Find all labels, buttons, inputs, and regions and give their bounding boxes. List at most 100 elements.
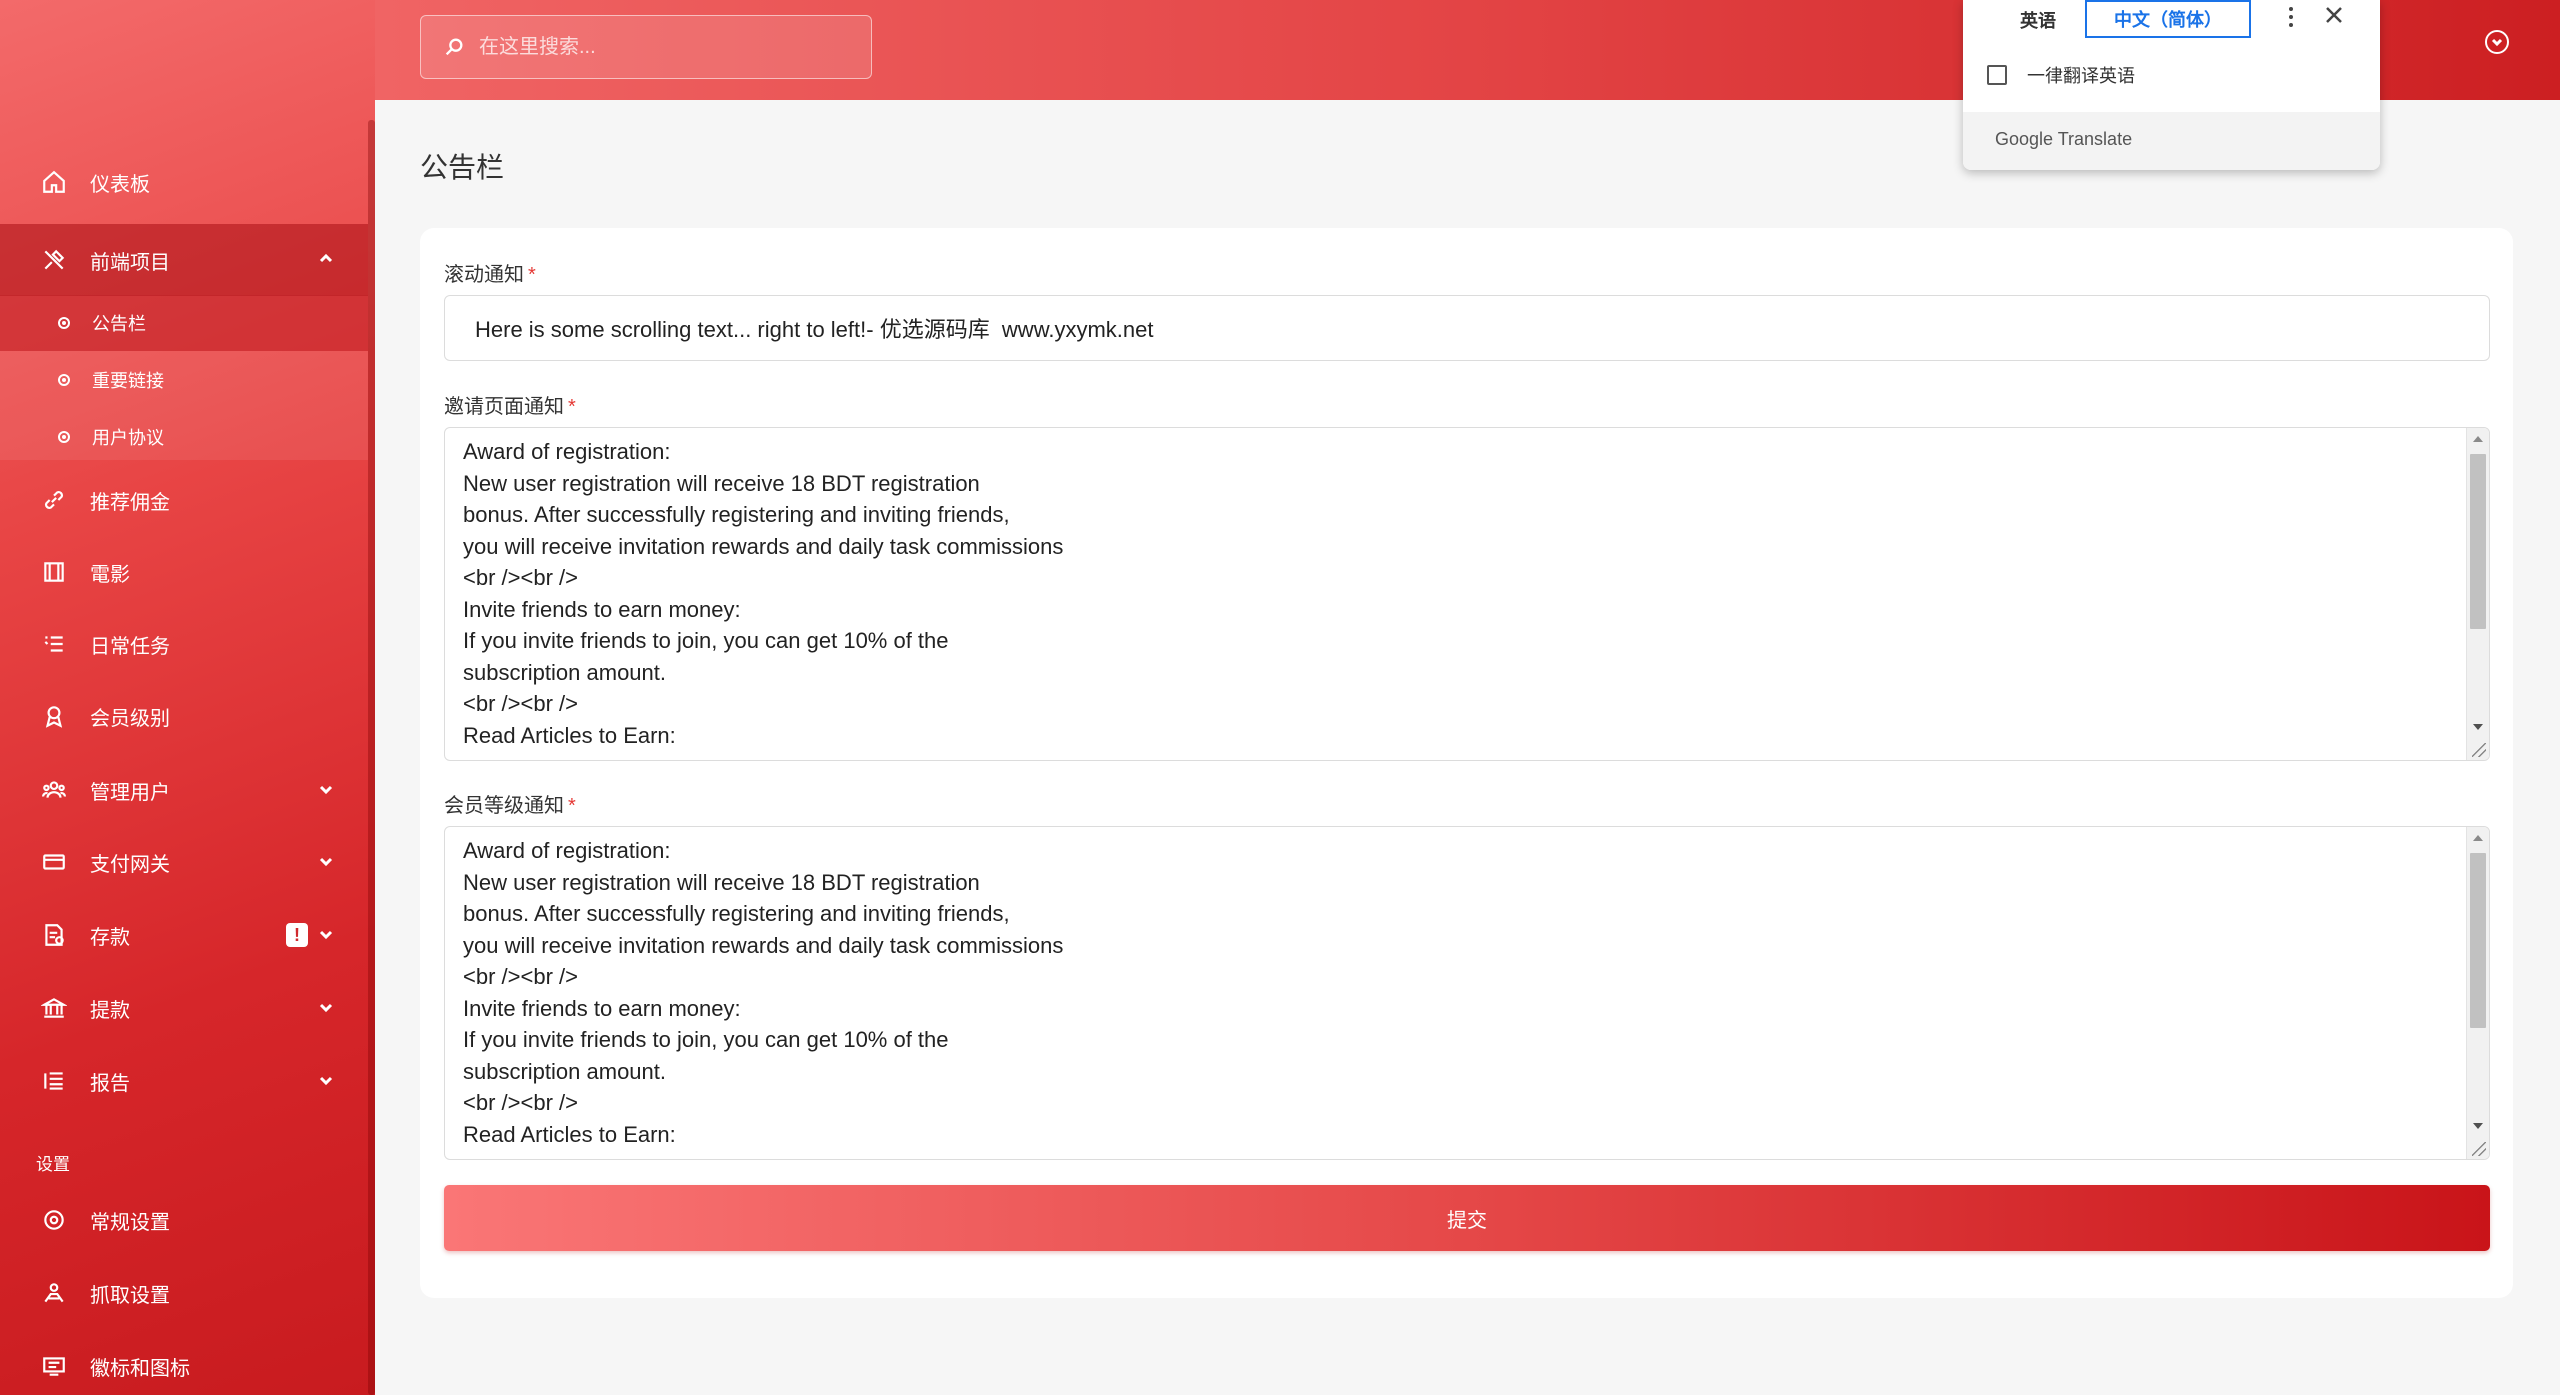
chevron-down-icon xyxy=(318,780,338,800)
sidebar-item-deposit[interactable]: 存款 ! xyxy=(0,905,368,965)
textarea-scrollbar[interactable] xyxy=(2466,827,2489,1159)
sidebar-item-payment-gateway[interactable]: 支付网关 xyxy=(0,832,368,892)
field-label-text: 会员等级通知 xyxy=(444,795,564,817)
chevron-down-icon xyxy=(318,998,338,1018)
invite-notice-textarea[interactable]: Award of registration: New user registra… xyxy=(444,427,2490,761)
report-icon xyxy=(40,1067,68,1095)
sidebar-subitem-agreement[interactable]: 用户协议 xyxy=(0,409,368,465)
chevron-down-icon xyxy=(318,852,338,872)
sidebar-item-crawl-settings[interactable]: 抓取设置 xyxy=(0,1263,368,1323)
sidebar-section-settings: 设置 xyxy=(36,1155,70,1174)
list-icon xyxy=(40,630,68,658)
search-input[interactable] xyxy=(477,34,841,60)
sidebar-item-manage-users[interactable]: 管理用户 xyxy=(0,760,368,820)
user-menu-chevron-icon[interactable] xyxy=(2485,30,2509,54)
textarea-content: Award of registration: New user registra… xyxy=(463,838,1064,1147)
sidebar-subitem-links[interactable]: 重要链接 xyxy=(0,352,368,408)
sidebar-item-withdraw[interactable]: 提款 xyxy=(0,978,368,1038)
deposit-icon xyxy=(40,921,68,949)
more-options-icon[interactable] xyxy=(2281,4,2301,30)
field-label-text: 滚动通知 xyxy=(444,264,524,286)
scroll-down-icon[interactable] xyxy=(2473,724,2483,730)
circle-dot-icon xyxy=(58,431,70,443)
circle-dot-icon xyxy=(58,317,70,329)
always-translate-option[interactable]: 一律翻译英语 xyxy=(1987,62,2135,88)
sidebar-item-logo-icons[interactable]: 徽标和图标 xyxy=(0,1336,368,1395)
sidebar-subitem-bulletin[interactable]: 公告栏 xyxy=(0,295,368,351)
sidebar-item-commission[interactable]: 推荐佣金 xyxy=(0,470,368,530)
sidebar-item-label: 電影 xyxy=(90,563,130,586)
logo-icon xyxy=(40,1352,68,1380)
sidebar: 仪表板 前端项目 公告栏 重要链接 用户协议 推荐佣金 電影 日常任务 会员级别… xyxy=(0,0,375,1395)
tools-icon xyxy=(40,246,68,274)
required-mark: * xyxy=(528,264,536,286)
crawl-icon xyxy=(40,1279,68,1307)
close-icon[interactable] xyxy=(2323,4,2349,30)
bulletin-form-card: 滚动通知* 邀请页面通知* Award of registration: New… xyxy=(420,228,2513,1298)
alert-badge: ! xyxy=(286,923,308,947)
link-icon xyxy=(40,486,68,514)
tab-target-language[interactable]: 中文（简体） xyxy=(2085,0,2251,38)
page-title: 公告栏 xyxy=(420,152,505,183)
sidebar-item-label: 存款 xyxy=(90,926,130,949)
frontend-submenu: 公告栏 重要链接 用户协议 xyxy=(0,295,368,460)
scroll-notice-label: 滚动通知 * xyxy=(444,258,536,287)
required-mark: * xyxy=(568,396,576,418)
sidebar-scrollbar[interactable] xyxy=(368,120,375,1395)
search-box[interactable] xyxy=(420,15,872,79)
award-icon xyxy=(40,702,68,730)
level-notice-textarea[interactable]: Award of registration: New user registra… xyxy=(444,826,2490,1160)
scrollbar-thumb[interactable] xyxy=(2470,853,2486,1028)
sidebar-item-membership[interactable]: 会员级别 xyxy=(0,686,368,746)
invite-notice-label: 邀请页面通知 * xyxy=(444,390,576,419)
sidebar-item-label: 会员级别 xyxy=(90,707,170,730)
chevron-down-icon xyxy=(318,925,338,945)
settings-icon xyxy=(40,1206,68,1234)
sidebar-item-label: 抓取设置 xyxy=(90,1284,170,1307)
sidebar-item-dashboard[interactable]: 仪表板 xyxy=(0,152,368,212)
sidebar-item-label: 仪表板 xyxy=(90,173,150,196)
sidebar-subitem-label: 用户协议 xyxy=(92,428,164,448)
home-icon xyxy=(40,168,68,196)
bank-icon xyxy=(40,994,68,1022)
circle-dot-icon xyxy=(58,374,70,386)
sidebar-item-frontend[interactable]: 前端项目 xyxy=(0,224,368,296)
sidebar-item-general-settings[interactable]: 常规设置 xyxy=(0,1190,368,1250)
textarea-content: Award of registration: New user registra… xyxy=(463,439,1064,748)
textarea-scrollbar[interactable] xyxy=(2466,428,2489,760)
submit-button[interactable]: 提交 xyxy=(444,1185,2490,1251)
field-label-text: 邀请页面通知 xyxy=(444,396,564,418)
scroll-notice-input[interactable] xyxy=(444,295,2490,361)
sidebar-item-movies[interactable]: 電影 xyxy=(0,542,368,602)
users-icon xyxy=(40,776,68,804)
sidebar-subitem-label: 重要链接 xyxy=(92,371,164,391)
scroll-up-icon[interactable] xyxy=(2473,835,2483,841)
tab-source-language[interactable]: 英语 xyxy=(1983,2,2093,38)
sidebar-item-label: 徽标和图标 xyxy=(90,1357,190,1380)
sidebar-item-label: 日常任务 xyxy=(90,635,170,658)
chevron-down-icon xyxy=(318,1071,338,1091)
sidebar-item-reports[interactable]: 报告 xyxy=(0,1051,368,1111)
resize-grip-icon[interactable] xyxy=(2472,1142,2486,1156)
sidebar-item-label: 报告 xyxy=(90,1072,130,1095)
always-translate-checkbox[interactable] xyxy=(1987,65,2007,85)
sidebar-item-label: 常规设置 xyxy=(90,1211,170,1234)
sidebar-item-label: 提款 xyxy=(90,999,130,1022)
search-icon xyxy=(445,38,463,56)
scroll-down-icon[interactable] xyxy=(2473,1123,2483,1129)
sidebar-item-label: 支付网关 xyxy=(90,853,170,876)
sidebar-item-daily-tasks[interactable]: 日常任务 xyxy=(0,614,368,674)
sidebar-item-label: 管理用户 xyxy=(90,781,170,804)
resize-grip-icon[interactable] xyxy=(2472,743,2486,757)
required-mark: * xyxy=(568,795,576,817)
sidebar-item-label: 前端项目 xyxy=(90,251,170,274)
sidebar-subitem-label: 公告栏 xyxy=(92,314,146,334)
film-icon xyxy=(40,558,68,586)
scrollbar-thumb[interactable] xyxy=(2470,454,2486,629)
card-icon xyxy=(40,848,68,876)
translate-footer: Google Translate xyxy=(1963,112,2380,170)
translate-popup: 英语 中文（简体） 一律翻译英语 Google Translate xyxy=(1963,0,2380,170)
scroll-up-icon[interactable] xyxy=(2473,436,2483,442)
always-translate-label: 一律翻译英语 xyxy=(2027,66,2135,86)
level-notice-label: 会员等级通知 * xyxy=(444,789,576,818)
